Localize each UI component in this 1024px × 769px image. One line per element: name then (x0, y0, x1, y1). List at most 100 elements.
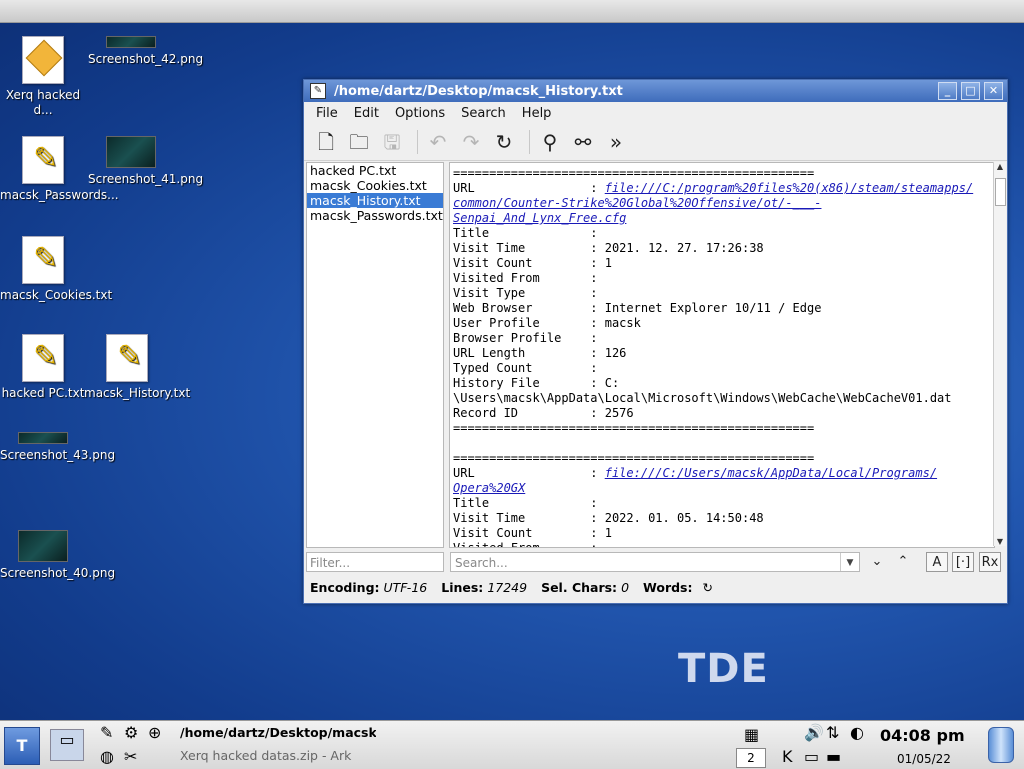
display-tray-icon[interactable]: ▭ (804, 747, 819, 766)
refresh-count-icon[interactable]: ↻ (703, 580, 713, 595)
status-bar: Encoding: UTF-16 Lines: 17249 Sel. Chars… (310, 580, 713, 595)
clock-time[interactable]: 04:08 pm (880, 726, 965, 745)
window-list-icon[interactable]: ▦ (744, 725, 759, 744)
launcher-tools-icon[interactable]: ✂ (124, 747, 137, 766)
toolbar-separator (417, 130, 418, 154)
update-tray-icon[interactable]: ◐ (850, 723, 864, 742)
desktop-icon-label: Xerq hacked d... (5, 88, 81, 117)
scroll-down-icon[interactable]: ▼ (994, 537, 1006, 546)
launcher-edit-icon[interactable]: ✎ (100, 723, 113, 742)
text-file-icon: ✎ (106, 334, 148, 382)
words-label: Words: (643, 580, 693, 595)
find-next-icon[interactable]: ⌄ (866, 552, 888, 572)
menu-help[interactable]: Help (522, 106, 552, 121)
vertical-scrollbar[interactable]: ▲ ▼ (993, 162, 1006, 546)
find-previous-icon[interactable]: ⌃ (892, 552, 914, 572)
desktop-icon-screenshot-43[interactable]: Screenshot_43.png (0, 432, 115, 463)
history-url-link[interactable]: Senpai_And_Lynx_Free.cfg (453, 211, 626, 225)
lines-value: 17249 (487, 580, 528, 595)
close-button[interactable]: ✕ (984, 82, 1003, 100)
desktop-icon-label: Screenshot_42.png (88, 52, 204, 66)
desktop-icon-screenshot-42[interactable]: Screenshot_42.png (88, 36, 203, 67)
desktop-icon-label: Screenshot_40.png (0, 566, 116, 580)
task-editor[interactable]: /home/dartz/Desktop/macsk_History.txt (180, 722, 376, 744)
desktop-icon-cookies[interactable]: ✎ macsk_Cookies.txt (0, 236, 112, 303)
find-icon[interactable]: ⚲ (536, 128, 564, 156)
menu-search[interactable]: Search (461, 106, 506, 121)
window-title: /home/dartz/Desktop/macsk_History.txt (334, 83, 623, 99)
launcher-globe-icon[interactable]: ◍ (100, 747, 114, 766)
filter-input[interactable]: Filter... (306, 552, 444, 572)
history-url-link[interactable]: Opera%20GX (453, 481, 525, 495)
tde-logo: TDE (678, 646, 769, 692)
file-list: hacked PC.txt macsk_Cookies.txt macsk_Hi… (306, 162, 444, 548)
sel-chars-value: 0 (621, 580, 630, 595)
image-thumbnail-icon (18, 432, 68, 444)
file-list-item-selected[interactable]: macsk_History.txt (307, 193, 443, 208)
network-tray-icon[interactable]: ⇅ (826, 723, 839, 742)
app-icon[interactable]: ✎ (310, 83, 326, 99)
title-bar[interactable]: ✎ /home/dartz/Desktop/macsk_History.txt … (304, 80, 1007, 102)
clock-date[interactable]: 01/05/22 (897, 752, 951, 766)
screen-tray-icon[interactable]: ▬ (826, 747, 841, 766)
undo-icon[interactable]: ↶ (424, 128, 452, 156)
file-list-item[interactable]: hacked PC.txt (307, 163, 443, 178)
text-editor-window: ✎ /home/dartz/Desktop/macsk_History.txt … (303, 79, 1008, 604)
desktop-icon-passwords[interactable]: ✎ macsk_Passwords... (0, 136, 119, 203)
desktop-icon-xerq[interactable]: Xerq hacked d... (0, 36, 86, 118)
top-panel (0, 0, 1024, 23)
find-replace-icon[interactable]: ⚯ (569, 128, 597, 156)
launcher-settings-icon[interactable]: ⚙ (124, 723, 138, 742)
match-case-icon[interactable]: A (926, 552, 948, 572)
desktop-icon-label: macsk_History.txt (84, 386, 191, 400)
taskbar: T ▭ ✎ ⚙ ⊕ ◍ ✂ /home/dartz/Desktop/macsk_… (0, 720, 1024, 769)
menu-options[interactable]: Options (395, 106, 445, 121)
minimize-button[interactable]: _ (938, 82, 957, 100)
menu-file[interactable]: File (316, 106, 338, 121)
sel-chars-label: Sel. Chars: (541, 580, 618, 595)
trash-icon[interactable] (988, 727, 1014, 763)
volume-icon[interactable]: 🔊 (804, 723, 824, 742)
toolbar-separator (529, 130, 530, 154)
history-url-link[interactable]: file:///C:/program%20files%20(x86)/steam… (605, 181, 973, 195)
scroll-thumb[interactable] (995, 178, 1006, 206)
task-ark[interactable]: Xerq hacked datas.zip - Ark (180, 745, 376, 767)
desktop-icon-screenshot-41[interactable]: Screenshot_41.png (88, 136, 203, 187)
save-icon[interactable]: 🖫 (378, 128, 406, 156)
launcher-network-icon[interactable]: ⊕ (148, 723, 161, 742)
new-file-icon[interactable]: 🗋 (312, 128, 340, 156)
start-menu-button[interactable]: T (4, 727, 40, 765)
menu-edit[interactable]: Edit (354, 106, 379, 121)
file-list-item[interactable]: macsk_Cookies.txt (307, 178, 443, 193)
search-dropdown-icon[interactable]: ▼ (840, 553, 859, 571)
search-input[interactable]: Search... ▼ (450, 552, 860, 572)
image-thumbnail-icon (106, 36, 156, 48)
desktop-pager[interactable]: 2 (736, 748, 766, 768)
desktop-icon-label: macsk_Cookies.txt (0, 288, 113, 302)
editor-content[interactable]: ========================================… (450, 163, 994, 547)
history-url-link[interactable]: file:///C:/Users/macsk/AppData/Local/Pro… (605, 466, 937, 480)
desktop-icon-screenshot-40[interactable]: Screenshot_40.png (0, 530, 115, 581)
desktop-icon-hacked-pc[interactable]: ✎ hacked PC.txt (0, 334, 86, 401)
text-editor-area[interactable]: ========================================… (449, 162, 995, 548)
desktop-icon-label: Screenshot_41.png (88, 172, 204, 186)
regex-icon[interactable]: Rx (979, 552, 1001, 572)
open-folder-icon[interactable]: 🗀 (345, 128, 373, 156)
klipper-icon[interactable]: K (782, 747, 793, 766)
file-list-item[interactable]: macsk_Passwords.txt (307, 208, 443, 223)
lines-label: Lines: (441, 580, 484, 595)
image-thumbnail-icon (18, 530, 68, 562)
encoding-value: UTF-16 (383, 580, 428, 595)
encoding-label: Encoding: (310, 580, 380, 595)
maximize-button[interactable]: □ (961, 82, 980, 100)
desktop-icon-history[interactable]: ✎ macsk_History.txt (84, 334, 190, 401)
text-file-icon: ✎ (22, 334, 64, 382)
toolbar: 🗋 🗀 🖫 ↶ ↷ ↻ ⚲ ⚯ » (304, 124, 1007, 161)
history-url-link[interactable]: common/Counter-Strike%20Global%20Offensi… (453, 196, 821, 210)
scroll-up-icon[interactable]: ▲ (994, 162, 1006, 171)
more-icon[interactable]: » (602, 128, 630, 156)
redo-icon[interactable]: ↷ (457, 128, 485, 156)
show-desktop-icon[interactable]: ▭ (50, 729, 84, 761)
whole-word-icon[interactable]: [·] (952, 552, 974, 572)
reload-icon[interactable]: ↻ (490, 128, 518, 156)
